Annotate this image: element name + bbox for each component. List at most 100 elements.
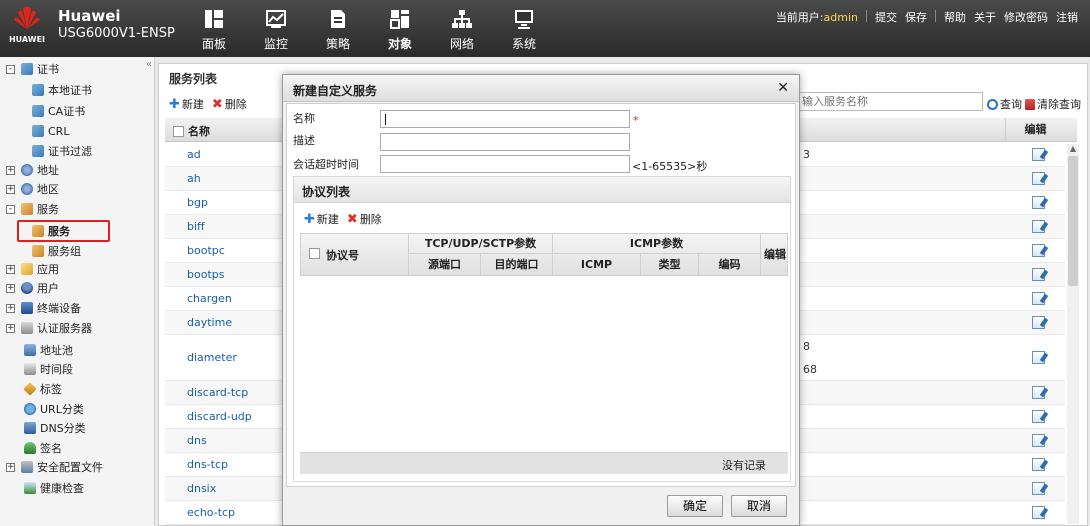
sidebar-item-auth-server[interactable]: + 认证服务器 — [6, 319, 92, 337]
table-scrollbar[interactable]: ▲ — [1067, 144, 1079, 524]
change-password-link[interactable]: 修改密码 — [1004, 9, 1048, 25]
save-link[interactable]: 保存 — [905, 9, 927, 25]
delete-protocol-button[interactable]: ✖ 删除 — [347, 211, 382, 227]
service-name-link[interactable]: bootpc — [187, 244, 225, 257]
nav-network[interactable]: 网络 — [431, 8, 493, 52]
new-protocol-button[interactable]: ✚ 新建 — [304, 211, 339, 227]
collapse-toggle-icon[interactable]: - — [6, 64, 15, 74]
nav-label: 面板 — [201, 37, 226, 51]
nav-dashboard[interactable]: 面板 — [183, 8, 245, 52]
service-name-link[interactable]: dns-tcp — [187, 458, 228, 471]
expand-toggle-icon[interactable]: + — [6, 303, 15, 313]
service-name-link[interactable]: echo-tcp — [187, 506, 235, 519]
help-link[interactable]: 帮助 — [944, 9, 966, 25]
nav-monitor[interactable]: 监控 — [245, 8, 307, 52]
sidebar-item-security-profile[interactable]: + 安全配置文件 — [6, 458, 103, 476]
scroll-up-icon[interactable]: ▲ — [1067, 144, 1079, 156]
sidebar-item-ca-cert[interactable]: CA证书 — [32, 102, 85, 120]
edit-icon[interactable] — [1032, 148, 1045, 161]
select-all-checkbox[interactable] — [173, 125, 184, 137]
edit-icon[interactable] — [1032, 351, 1045, 364]
expand-toggle-icon[interactable]: + — [6, 165, 15, 175]
service-name-link[interactable]: dns — [187, 434, 207, 447]
sidebar-item-health-check[interactable]: 健康检查 — [24, 479, 84, 497]
expand-toggle-icon[interactable]: + — [6, 462, 15, 472]
sidebar-item-label: 签名 — [40, 442, 62, 455]
collapse-toggle-icon[interactable]: - — [6, 204, 15, 214]
delete-service-button[interactable]: ✖ 删除 — [212, 96, 247, 112]
ok-button[interactable]: 确定 — [667, 495, 723, 517]
sidebar-item-service[interactable]: - 服务 — [6, 200, 59, 218]
expand-toggle-icon[interactable]: + — [6, 264, 15, 274]
select-all-protocols-checkbox[interactable] — [309, 248, 320, 259]
service-name-link[interactable]: chargen — [187, 292, 232, 305]
scroll-thumb[interactable] — [1068, 156, 1078, 286]
sidebar-item-certificate[interactable]: - 证书 — [6, 60, 59, 78]
service-name-link[interactable]: ah — [187, 172, 201, 185]
about-link[interactable]: 关于 — [974, 9, 996, 25]
expand-toggle-icon[interactable]: + — [6, 184, 15, 194]
edit-icon[interactable] — [1032, 244, 1045, 257]
edit-icon[interactable] — [1032, 386, 1045, 399]
service-name-link[interactable]: dnsix — [187, 482, 216, 495]
huawei-logo-icon — [14, 6, 40, 29]
edit-icon[interactable] — [1032, 316, 1045, 329]
page-title: 服务列表 — [169, 72, 218, 86]
service-name-link[interactable]: bootps — [187, 268, 224, 281]
query-button[interactable]: 查询 — [987, 96, 1022, 112]
service-name-link[interactable]: discard-udp — [187, 410, 252, 423]
sidebar-item-tag[interactable]: 标签 — [23, 380, 62, 398]
clear-query-button[interactable]: 清除查询 — [1025, 96, 1081, 112]
sidebar-item-signature[interactable]: 签名 — [24, 439, 62, 457]
sidebar-item-local-cert[interactable]: 本地证书 — [32, 81, 92, 99]
commit-link[interactable]: 提交 — [875, 9, 897, 25]
expand-toggle-icon[interactable]: + — [6, 283, 15, 293]
service-name-link[interactable]: ad — [187, 148, 201, 161]
sidebar-item-region[interactable]: + 地区 — [6, 180, 59, 198]
sidebar-item-address[interactable]: + 地址 — [6, 161, 59, 179]
sidebar-item-user[interactable]: + 用户 — [6, 279, 59, 297]
service-name-link[interactable]: discard-tcp — [187, 386, 248, 399]
sidebar-item-label: 应用 — [37, 263, 59, 276]
dialog-titlebar[interactable]: 新建自定义服务 ✕ — [283, 75, 799, 102]
edit-icon[interactable] — [1032, 434, 1045, 447]
edit-icon[interactable] — [1032, 220, 1045, 233]
session-timeout-field[interactable] — [380, 155, 630, 173]
sidebar-item-time-range[interactable]: 时间段 — [24, 360, 73, 378]
service-search-input[interactable] — [795, 92, 983, 111]
edit-icon[interactable] — [1032, 410, 1045, 423]
description-field[interactable] — [380, 133, 630, 151]
sidebar-item-cert-filter[interactable]: 证书过滤 — [32, 142, 92, 160]
sidebar-item-url-category[interactable]: URL分类 — [24, 400, 84, 418]
certificate-icon — [32, 145, 44, 157]
name-field[interactable] — [380, 110, 630, 128]
sidebar-item-crl[interactable]: CRL — [32, 122, 69, 140]
expand-toggle-icon[interactable]: + — [6, 323, 15, 333]
edit-icon[interactable] — [1032, 268, 1045, 281]
nav-policy[interactable]: 策略 — [307, 8, 369, 52]
nav-object[interactable]: 对象 — [369, 8, 431, 52]
cancel-button[interactable]: 取消 — [731, 495, 787, 517]
edit-icon[interactable] — [1032, 458, 1045, 471]
sidebar-item-service-group[interactable]: 服务组 — [32, 242, 81, 260]
nav-system[interactable]: 系统 — [493, 8, 555, 52]
sidebar-item-label: 用户 — [37, 282, 59, 295]
collapse-sidebar-icon[interactable]: « — [146, 59, 152, 70]
edit-icon[interactable] — [1032, 292, 1045, 305]
close-icon[interactable]: ✕ — [777, 80, 789, 96]
service-name-link[interactable]: bgp — [187, 196, 208, 209]
sidebar-item-terminal-device[interactable]: + 终端设备 — [6, 299, 81, 317]
service-name-link[interactable]: diameter — [187, 351, 237, 364]
sidebar-item-dns-category[interactable]: DNS分类 — [24, 419, 86, 437]
service-name-link[interactable]: daytime — [187, 316, 232, 329]
edit-icon[interactable] — [1032, 506, 1045, 519]
logout-link[interactable]: 注销 — [1056, 9, 1078, 25]
new-service-button[interactable]: ✚ 新建 — [169, 96, 204, 112]
edit-icon[interactable] — [1032, 482, 1045, 495]
network-icon — [452, 10, 472, 28]
service-name-link[interactable]: biff — [187, 220, 205, 233]
edit-icon[interactable] — [1032, 196, 1045, 209]
sidebar-item-application[interactable]: + 应用 — [6, 260, 59, 278]
edit-icon[interactable] — [1032, 172, 1045, 185]
sidebar-item-address-pool[interactable]: 地址池 — [24, 341, 73, 359]
